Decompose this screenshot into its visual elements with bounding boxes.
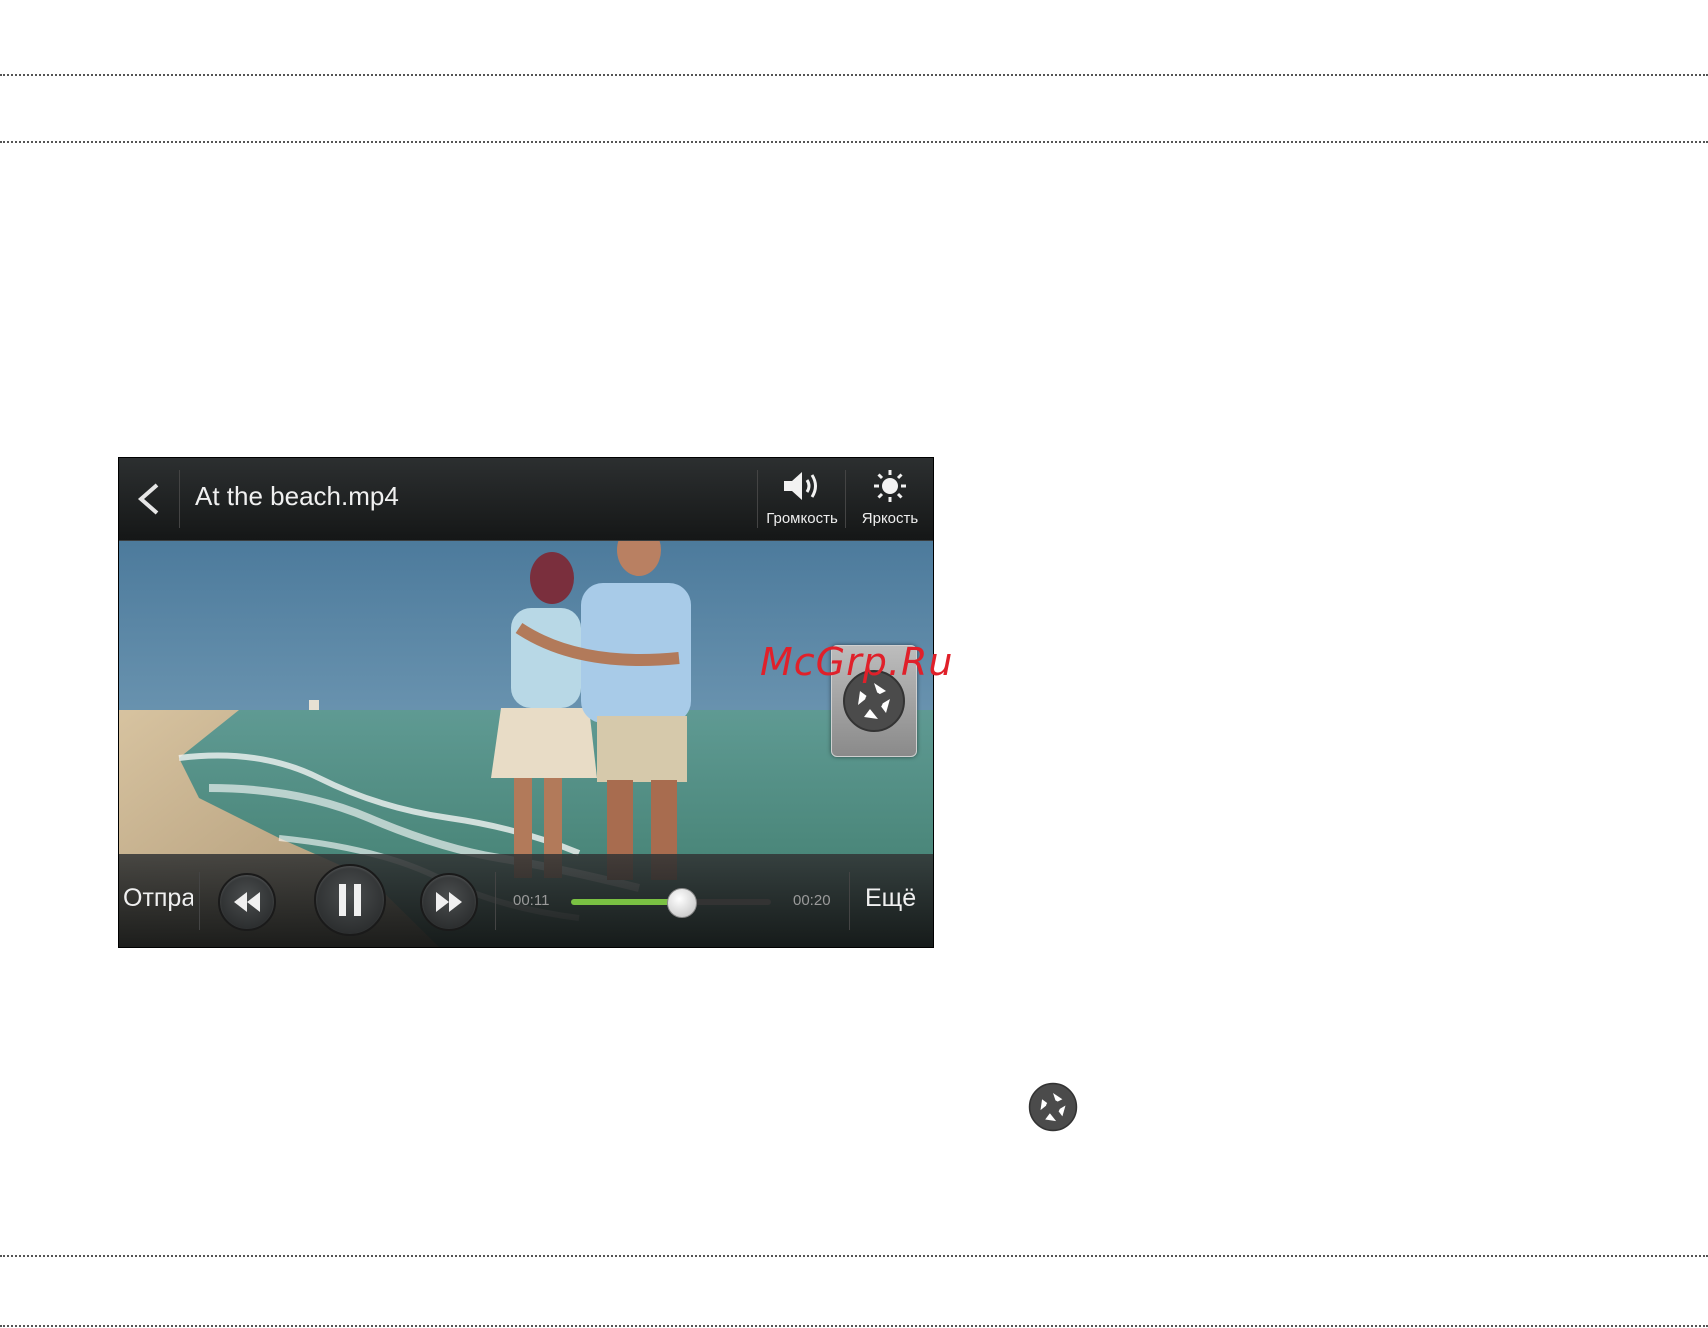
brightness-label: Яркость [861, 510, 919, 527]
more-button[interactable]: Ещё [865, 884, 916, 913]
volume-label: Громкость [766, 510, 838, 527]
bottom-separator [849, 872, 850, 930]
fast-forward-button[interactable] [420, 873, 478, 931]
bottom-separator [199, 872, 200, 930]
player-top-bar: At the beach.mp4 Громкость Яркость [119, 458, 933, 541]
video-title: At the beach.mp4 [195, 481, 399, 511]
total-time: 00:20 [793, 892, 831, 909]
current-time: 00:11 [513, 892, 550, 909]
top-separator [845, 470, 846, 528]
header-dotted-rule-top [0, 74, 1708, 76]
manual-page: McGrp.Ru At the beach.mp4 Громкость Ярко… [0, 0, 1708, 1328]
rewind-icon [234, 892, 260, 912]
volume-button[interactable]: Громкость [759, 464, 845, 536]
fast-forward-icon [436, 892, 462, 912]
bottom-separator [495, 872, 496, 930]
footer-dotted-rule-top [0, 1255, 1708, 1257]
header-dotted-rule-bottom [0, 141, 1708, 143]
back-button[interactable] [119, 458, 179, 540]
pause-button[interactable] [314, 864, 386, 936]
footer-dotted-rule-bottom [0, 1325, 1708, 1327]
speaker-icon [784, 472, 817, 500]
aperture-icon [1028, 1082, 1078, 1132]
rewind-button[interactable] [218, 873, 276, 931]
seek-bar[interactable] [571, 888, 771, 918]
back-arrow-icon [137, 483, 159, 515]
brightness-button[interactable]: Яркость [847, 464, 933, 536]
top-separator [179, 470, 180, 528]
pause-icon [339, 884, 361, 916]
player-bottom-bar: Отправить 00:11 [119, 854, 933, 947]
top-separator [757, 470, 758, 528]
seek-bar-progress [571, 899, 681, 905]
brightness-icon [874, 470, 906, 502]
watermark: McGrp.Ru [760, 640, 954, 684]
seek-bar-thumb[interactable] [667, 888, 697, 918]
share-button[interactable]: Отправить [123, 884, 193, 913]
video-player-screenshot: At the beach.mp4 Громкость Яркость Отпр … [118, 457, 934, 948]
